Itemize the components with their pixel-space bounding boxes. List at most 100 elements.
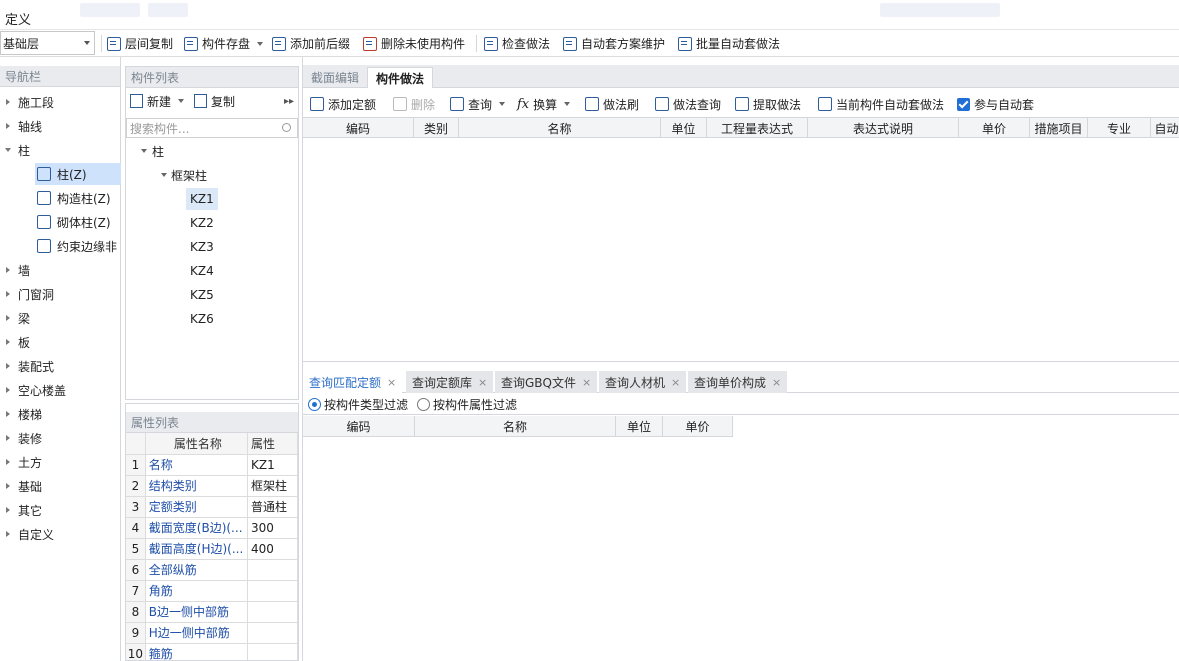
delete-unused-button[interactable]: 删除未使用构件 bbox=[363, 30, 465, 57]
add-icon bbox=[310, 97, 324, 111]
col-unit[interactable]: 单位 bbox=[616, 416, 663, 436]
nav-item-label: 自定义 bbox=[18, 527, 55, 542]
col-name[interactable]: 名称 bbox=[459, 118, 661, 138]
floor-select[interactable]: 基础层 bbox=[0, 31, 95, 55]
property-name: 截面高度(H边)(... bbox=[145, 538, 249, 560]
copy-component-button[interactable]: 复制 bbox=[194, 93, 235, 110]
col-expression-note[interactable]: 表达式说明 bbox=[808, 118, 959, 138]
tab-component-method[interactable]: 构件做法 bbox=[367, 67, 434, 88]
nav-sub-column[interactable]: 柱(Z) bbox=[35, 163, 121, 185]
floor-copy-label: 层间复制 bbox=[125, 37, 174, 51]
tree-item-kz6[interactable]: KZ6 bbox=[190, 308, 214, 330]
tab-label: 查询定额库 bbox=[412, 375, 473, 390]
tree-item-kz2[interactable]: KZ2 bbox=[190, 212, 214, 234]
property-row[interactable]: 8 B边一侧中部筋 bbox=[126, 601, 298, 623]
close-icon[interactable]: × bbox=[478, 376, 487, 389]
panel-divider bbox=[303, 361, 1179, 362]
property-row[interactable]: 5 截面高度(H边)(... 400 bbox=[126, 538, 298, 560]
batch-auto-button[interactable]: 批量自动套做法 bbox=[678, 30, 780, 57]
property-name: H边一侧中部筋 bbox=[145, 622, 249, 644]
property-value[interactable]: 普通柱 bbox=[247, 496, 298, 518]
batch-icon bbox=[678, 36, 692, 51]
nav-sub-constructional-column[interactable]: 构造柱(Z) bbox=[35, 187, 121, 209]
tree-item-kz5[interactable]: KZ5 bbox=[190, 284, 214, 306]
method-query-label: 做法查询 bbox=[673, 97, 722, 112]
property-row[interactable]: 6 全部纵筋 bbox=[126, 559, 298, 581]
filter-by-attribute-radio[interactable]: 按构件属性过滤 bbox=[417, 396, 517, 413]
property-value[interactable] bbox=[247, 622, 298, 644]
property-value[interactable]: 300 bbox=[247, 517, 298, 539]
convert-button[interactable]: fx 换算 bbox=[517, 91, 571, 117]
tab-unit-price-composition[interactable]: 查询单价构成 × bbox=[688, 371, 788, 393]
col-auto[interactable]: 自动 bbox=[1151, 118, 1179, 138]
expand-icon bbox=[6, 267, 10, 273]
property-value[interactable]: 400 bbox=[247, 538, 298, 560]
property-value[interactable] bbox=[247, 601, 298, 623]
add-quota-button[interactable]: 添加定额 bbox=[310, 91, 376, 117]
property-header-row: 属性名称 属性 bbox=[126, 433, 298, 455]
radio-selected-icon bbox=[308, 397, 321, 411]
extract-method-button[interactable]: 提取做法 bbox=[735, 91, 801, 117]
filter-by-type-radio[interactable]: 按构件类型过滤 bbox=[308, 396, 408, 413]
col-quantity-expression[interactable]: 工程量表达式 bbox=[707, 118, 808, 138]
tree-item-kz1[interactable]: KZ1 bbox=[186, 188, 218, 210]
add-prefix-suffix-button[interactable]: 添加前后缀 bbox=[272, 30, 350, 57]
tree-group-frame-column[interactable]: 框架柱 bbox=[158, 164, 207, 186]
close-icon[interactable]: × bbox=[387, 376, 396, 389]
auto-scheme-button[interactable]: 自动套方案维护 bbox=[563, 30, 665, 57]
property-row[interactable]: 1 名称 KZ1 bbox=[126, 454, 298, 476]
component-search-input[interactable]: 搜索构件... bbox=[126, 118, 298, 138]
delete-button[interactable]: 删除 bbox=[393, 91, 435, 117]
tab-section-edit[interactable]: 截面编辑 bbox=[303, 67, 367, 88]
property-row[interactable]: 3 定额类别 普通柱 bbox=[126, 496, 298, 518]
row-index: 3 bbox=[126, 496, 146, 518]
col-code[interactable]: 编码 bbox=[303, 118, 414, 138]
add-prefix-suffix-label: 添加前后缀 bbox=[290, 37, 351, 51]
property-row[interactable]: 2 结构类别 框架柱 bbox=[126, 475, 298, 497]
property-value[interactable] bbox=[247, 559, 298, 581]
col-measure-item[interactable]: 措施项目 bbox=[1030, 118, 1088, 138]
tree-item-kz3[interactable]: KZ3 bbox=[190, 236, 214, 258]
check-method-button[interactable]: 检查做法 bbox=[484, 30, 550, 57]
property-row[interactable]: 10 箍筋 bbox=[126, 643, 298, 660]
method-query-button[interactable]: 做法查询 bbox=[655, 91, 721, 117]
property-row[interactable]: 4 截面宽度(B边)(... 300 bbox=[126, 517, 298, 539]
nav-sub-masonry-column[interactable]: 砌体柱(Z) bbox=[35, 211, 121, 233]
property-value[interactable] bbox=[247, 580, 298, 602]
close-icon[interactable]: × bbox=[582, 376, 591, 389]
col-specialty[interactable]: 专业 bbox=[1088, 118, 1151, 138]
chevron-down-icon bbox=[257, 41, 264, 46]
method-panel: 截面编辑 构件做法 添加定额 删除 查询 fx 换算 做法刷 做法查询 提取做法 … bbox=[302, 57, 1179, 661]
method-brush-button[interactable]: 做法刷 bbox=[585, 91, 639, 117]
col-name[interactable]: 名称 bbox=[415, 416, 616, 436]
participate-auto-checkbox[interactable]: 参与自动套 bbox=[957, 91, 1034, 117]
col-unit[interactable]: 单位 bbox=[661, 118, 707, 138]
more-icon[interactable]: ▸▸ bbox=[284, 96, 294, 107]
col-unit-price[interactable]: 单价 bbox=[663, 416, 733, 436]
property-row[interactable]: 7 角筋 bbox=[126, 580, 298, 602]
floor-copy-button[interactable]: 层间复制 bbox=[107, 30, 173, 57]
property-value[interactable]: 框架柱 bbox=[247, 475, 298, 497]
close-icon[interactable]: × bbox=[671, 376, 680, 389]
nav-sub-boundary-element[interactable]: 约束边缘非 bbox=[35, 235, 121, 257]
tree-item-kz4[interactable]: KZ4 bbox=[190, 260, 214, 282]
property-value[interactable] bbox=[247, 643, 298, 660]
tab-labor-material[interactable]: 查询人材机 × bbox=[599, 371, 687, 393]
property-name: 名称 bbox=[145, 454, 249, 476]
tab-match-quota[interactable]: 查询匹配定额 × bbox=[303, 371, 403, 393]
col-code[interactable]: 编码 bbox=[303, 416, 415, 436]
col-unit-price[interactable]: 单价 bbox=[959, 118, 1030, 138]
tree-root-column[interactable]: 柱 bbox=[138, 140, 164, 162]
auto-apply-current-button[interactable]: 当前构件自动套做法 bbox=[818, 91, 944, 117]
component-save-button[interactable]: 构件存盘 bbox=[184, 30, 264, 57]
menu-define[interactable]: 定义 bbox=[5, 9, 31, 28]
close-icon[interactable]: × bbox=[772, 376, 781, 389]
query-button[interactable]: 查询 bbox=[450, 91, 506, 117]
property-row[interactable]: 9 H边一侧中部筋 bbox=[126, 622, 298, 644]
col-category[interactable]: 类别 bbox=[414, 118, 459, 138]
row-index: 6 bbox=[126, 559, 146, 581]
tab-gbq-file[interactable]: 查询GBQ文件 × bbox=[495, 371, 598, 393]
property-value[interactable]: KZ1 bbox=[247, 454, 298, 476]
tab-quota-library[interactable]: 查询定额库 × bbox=[406, 371, 494, 393]
new-component-button[interactable]: 新建 bbox=[130, 93, 185, 110]
